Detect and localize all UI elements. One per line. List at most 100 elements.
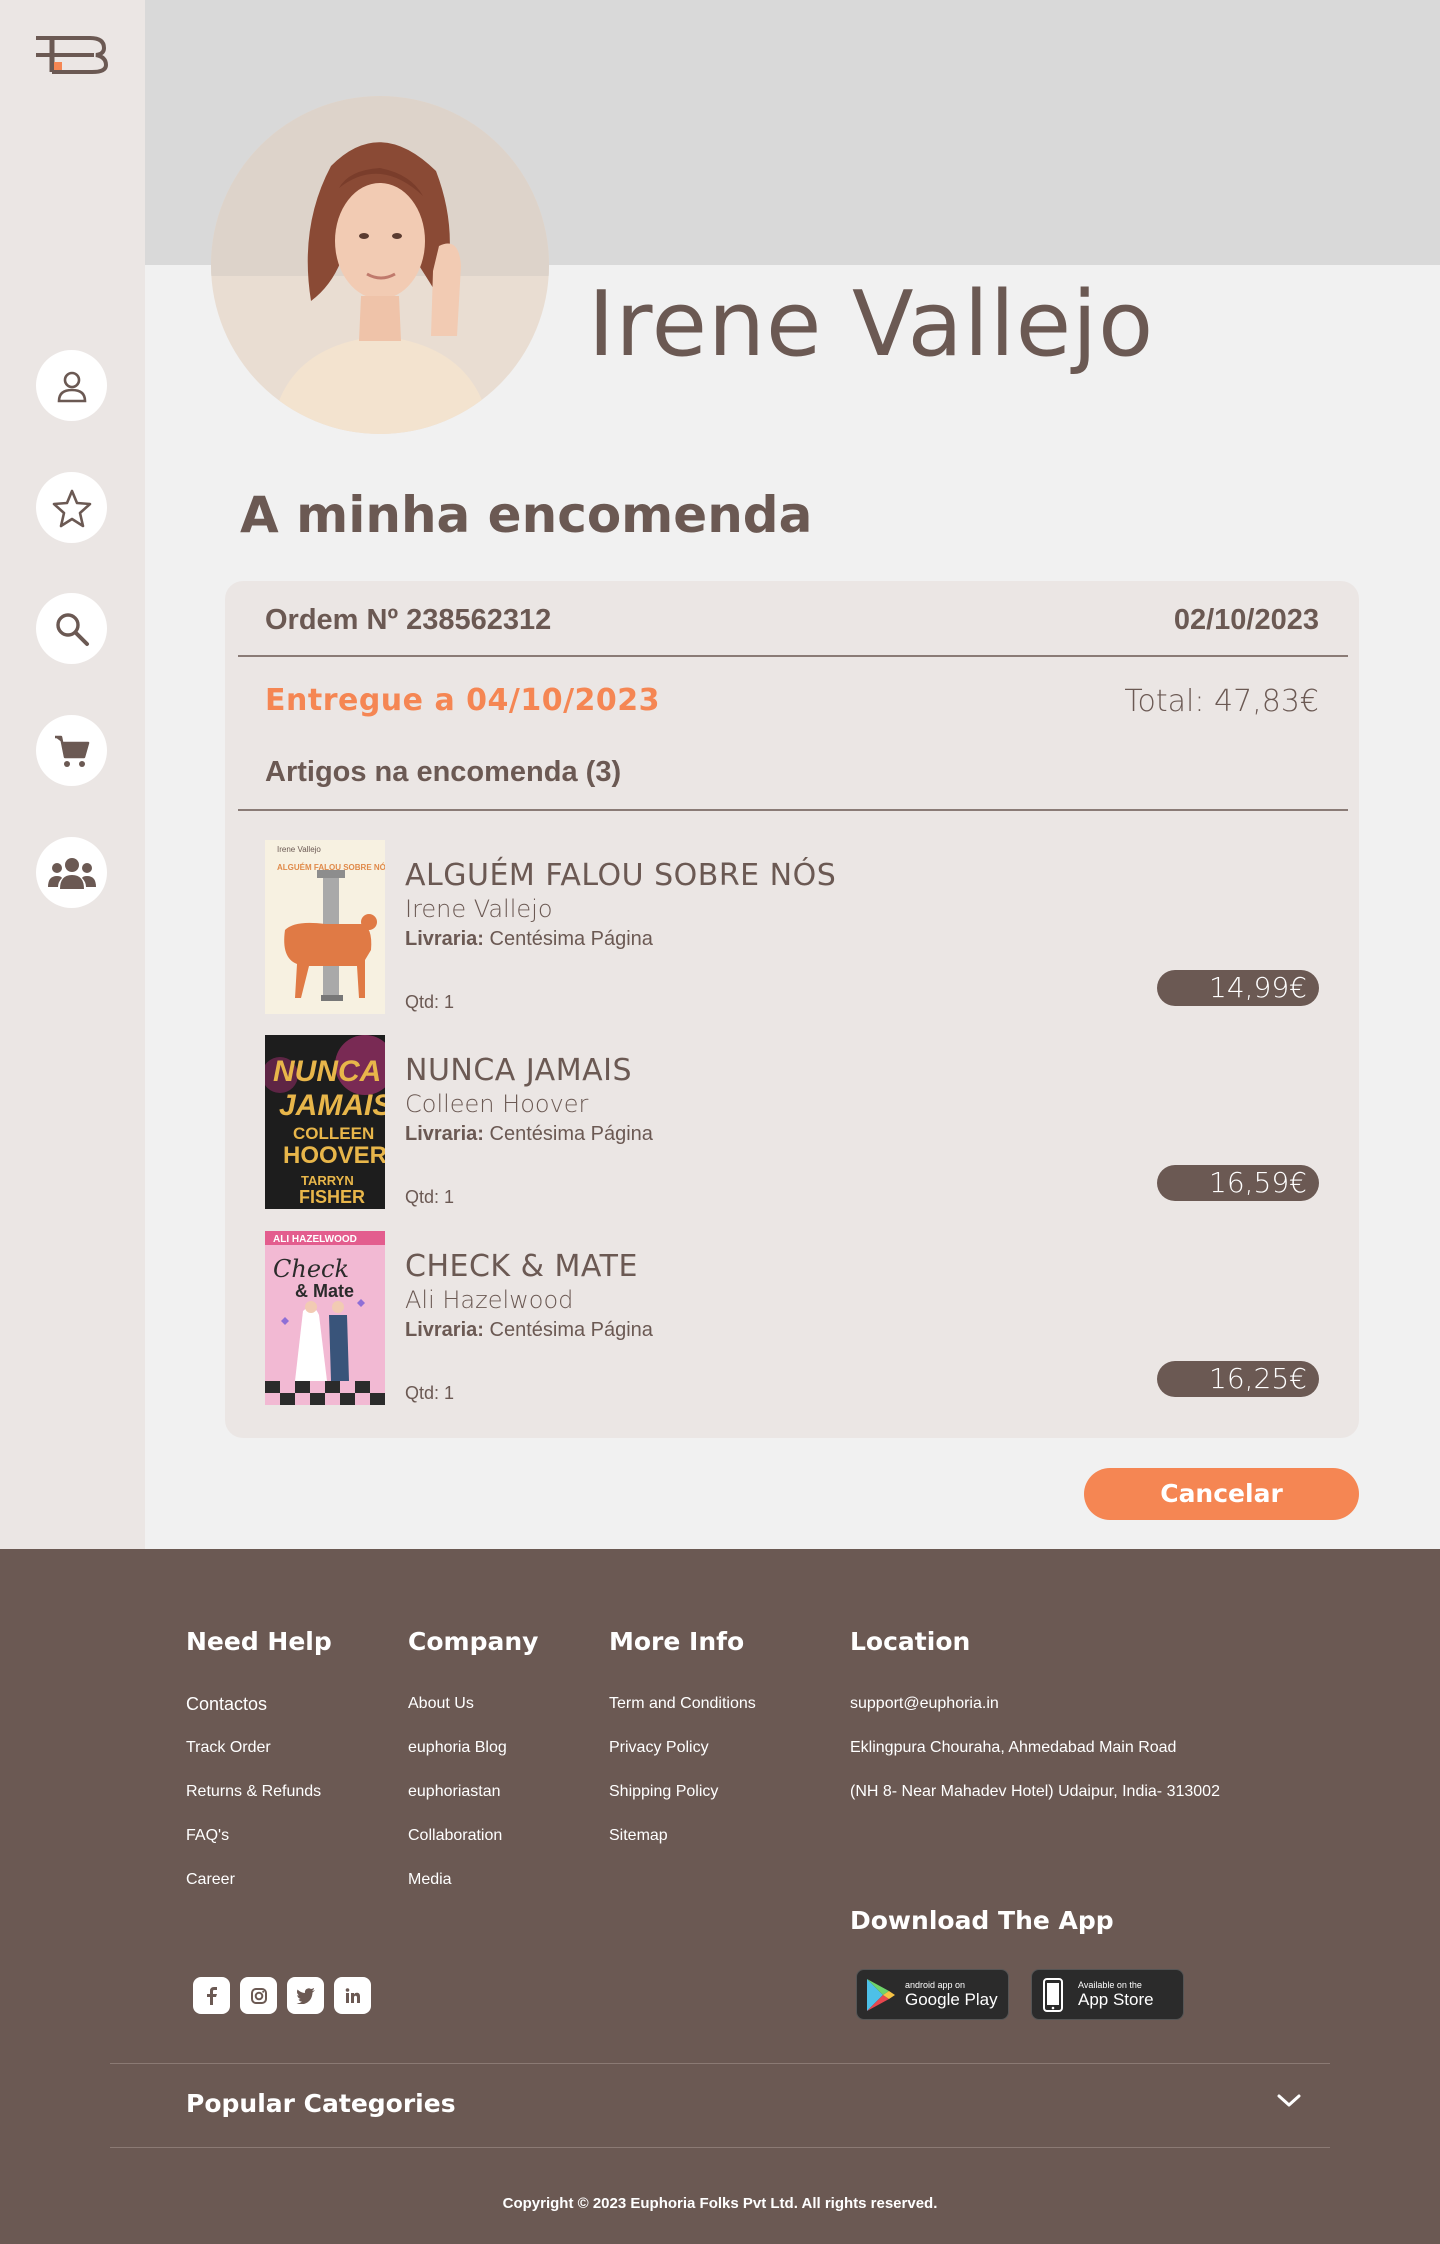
sidebar-item-profile[interactable] xyxy=(36,350,107,421)
footer-link[interactable]: Term and Conditions xyxy=(609,1695,756,1713)
star-icon xyxy=(52,489,91,527)
order-date: 02/10/2023 xyxy=(1173,604,1319,636)
phone-icon xyxy=(1043,1977,1063,2012)
cover-title: & Mate xyxy=(295,1281,354,1301)
items-heading: Artigos na encomenda (3) xyxy=(265,756,622,788)
item-store: Livraria: Centésima Página xyxy=(405,928,653,951)
app-store-label: App Store xyxy=(1078,1989,1154,2009)
cover-author: ALI HAZELWOOD xyxy=(273,1234,357,1245)
footer-column-title: More Info xyxy=(609,1627,745,1656)
item-quantity: Qtd: 1 xyxy=(405,1383,455,1403)
item-store-label: Livraria: xyxy=(405,1123,484,1145)
sidebar-item-cart[interactable] xyxy=(36,715,107,786)
footer-link[interactable]: Privacy Policy xyxy=(609,1739,709,1757)
cover-title: Check xyxy=(273,1255,349,1283)
item-author: Ali Hazelwood xyxy=(405,1286,574,1314)
item-title: CHECK & MATE xyxy=(405,1249,638,1284)
euphoria-logo[interactable] xyxy=(34,34,109,74)
cover-author: FISHER xyxy=(299,1187,365,1207)
book-cover[interactable]: ALI HAZELWOOD Check & Mate xyxy=(265,1231,385,1405)
footer-column-title: Need Help xyxy=(186,1627,332,1656)
sidebar-item-community[interactable] xyxy=(36,837,107,908)
footer-divider xyxy=(110,2147,1330,2148)
item-store: Livraria: Centésima Página xyxy=(405,1319,653,1342)
divider xyxy=(238,809,1348,811)
copyright: Copyright © 2023 Euphoria Folks Pvt Ltd.… xyxy=(502,2195,938,2212)
delivery-status: Entregue a 04/10/2023 xyxy=(265,683,661,718)
item-title: NUNCA JAMAIS xyxy=(405,1053,632,1088)
item-store-name: Centésima Página xyxy=(489,1123,653,1145)
google-play-caption: android app on xyxy=(905,1979,966,1990)
item-author: Irene Vallejo xyxy=(405,895,553,923)
item-store-label: Livraria: xyxy=(405,928,484,950)
sidebar-item-search[interactable] xyxy=(36,593,107,664)
footer-link[interactable]: Career xyxy=(186,1871,235,1889)
order-item: Irene Vallejo ALGUÉM FALOU SOBRE NÓS ALG… xyxy=(265,840,1319,1016)
cover-author: HOOVER xyxy=(283,1142,385,1169)
google-play-label: Google Play xyxy=(905,1989,998,2009)
footer-link[interactable]: Returns & Refunds xyxy=(186,1783,321,1801)
book-cover[interactable]: Irene Vallejo ALGUÉM FALOU SOBRE NÓS xyxy=(265,840,385,1014)
item-price: 16,59€ xyxy=(1157,1165,1319,1201)
footer-link[interactable]: euphoriastan xyxy=(408,1783,501,1801)
profile-name: Irene Vallejo xyxy=(588,272,1155,377)
user-icon xyxy=(57,371,86,402)
item-price: 14,99€ xyxy=(1157,970,1319,1006)
cover-author: Irene Vallejo xyxy=(277,845,321,854)
sidebar xyxy=(0,0,145,1549)
google-play-badge[interactable]: android app on Google Play xyxy=(856,1969,1009,2020)
footer-email[interactable]: support@euphoria.in xyxy=(850,1695,999,1713)
facebook-icon[interactable] xyxy=(193,1977,230,2014)
footer-link[interactable]: Sitemap xyxy=(609,1827,668,1845)
page: Irene Vallejo A minha encomenda Ordem Nº… xyxy=(0,0,1440,2244)
divider xyxy=(238,655,1348,657)
app-store-caption: Available on the xyxy=(1078,1979,1142,1990)
cover-title: JAMAIS xyxy=(279,1089,385,1122)
page-title: A minha encomenda xyxy=(240,486,813,544)
order-item: ALI HAZELWOOD Check & Mate CHECK & MATE xyxy=(265,1231,1319,1407)
footer-link[interactable]: euphoria Blog xyxy=(408,1739,507,1757)
group-icon xyxy=(47,857,96,889)
cover-author: COLLEEN xyxy=(293,1124,374,1143)
sidebar-item-favorites[interactable] xyxy=(36,472,107,543)
profile-avatar xyxy=(211,96,549,434)
book-cover[interactable]: NUNCA JAMAIS COLLEEN HOOVER TARRYN FISHE… xyxy=(265,1035,385,1209)
popular-categories-toggle[interactable]: Popular Categories xyxy=(186,2089,456,2118)
linkedin-icon[interactable] xyxy=(334,1977,371,2014)
cart-icon xyxy=(54,735,89,767)
footer-column-title: Location xyxy=(850,1627,971,1656)
footer: Need Help Contactos Track Order Returns … xyxy=(0,1549,1440,2244)
download-app-title: Download The App xyxy=(850,1906,1114,1935)
item-title: ALGUÉM FALOU SOBRE NÓS xyxy=(405,858,837,893)
chevron-down-icon[interactable] xyxy=(1276,2093,1302,2114)
footer-link[interactable]: Media xyxy=(408,1871,452,1889)
item-quantity: Qtd: 1 xyxy=(405,992,455,1012)
order-total: Total: 47,83€ xyxy=(1124,684,1319,719)
footer-address: (NH 8- Near Mahadev Hotel) Udaipur, Indi… xyxy=(850,1783,1220,1800)
item-store-label: Livraria: xyxy=(405,1319,484,1341)
footer-link[interactable]: FAQ's xyxy=(186,1827,229,1845)
item-store-name: Centésima Página xyxy=(489,928,653,950)
footer-column-title: Company xyxy=(408,1627,539,1656)
order-number: Ordem Nº 238562312 xyxy=(265,604,552,636)
cover-title: NUNCA xyxy=(273,1055,381,1088)
cancel-order-button[interactable]: Cancelar xyxy=(1084,1468,1359,1520)
google-play-icon xyxy=(867,1978,895,2011)
order-item: NUNCA JAMAIS COLLEEN HOOVER TARRYN FISHE… xyxy=(265,1035,1319,1211)
order-card: Ordem Nº 238562312 02/10/2023 Entregue a… xyxy=(225,581,1359,1438)
footer-link[interactable]: Track Order xyxy=(186,1739,271,1757)
footer-divider xyxy=(110,2063,1330,2064)
item-quantity: Qtd: 1 xyxy=(405,1187,455,1207)
item-store: Livraria: Centésima Página xyxy=(405,1123,653,1146)
item-author: Colleen Hoover xyxy=(405,1090,589,1118)
footer-link[interactable]: Collaboration xyxy=(408,1827,502,1845)
cover-author: TARRYN xyxy=(301,1173,354,1188)
instagram-icon[interactable] xyxy=(240,1977,277,2014)
item-price: 16,25€ xyxy=(1157,1361,1319,1397)
app-store-badge[interactable]: Available on the App Store xyxy=(1031,1969,1184,2020)
twitter-icon[interactable] xyxy=(287,1977,324,2014)
footer-link[interactable]: Contactos xyxy=(186,1694,267,1715)
footer-link[interactable]: About Us xyxy=(408,1695,474,1713)
footer-link[interactable]: Shipping Policy xyxy=(609,1783,718,1801)
search-icon xyxy=(55,612,89,646)
